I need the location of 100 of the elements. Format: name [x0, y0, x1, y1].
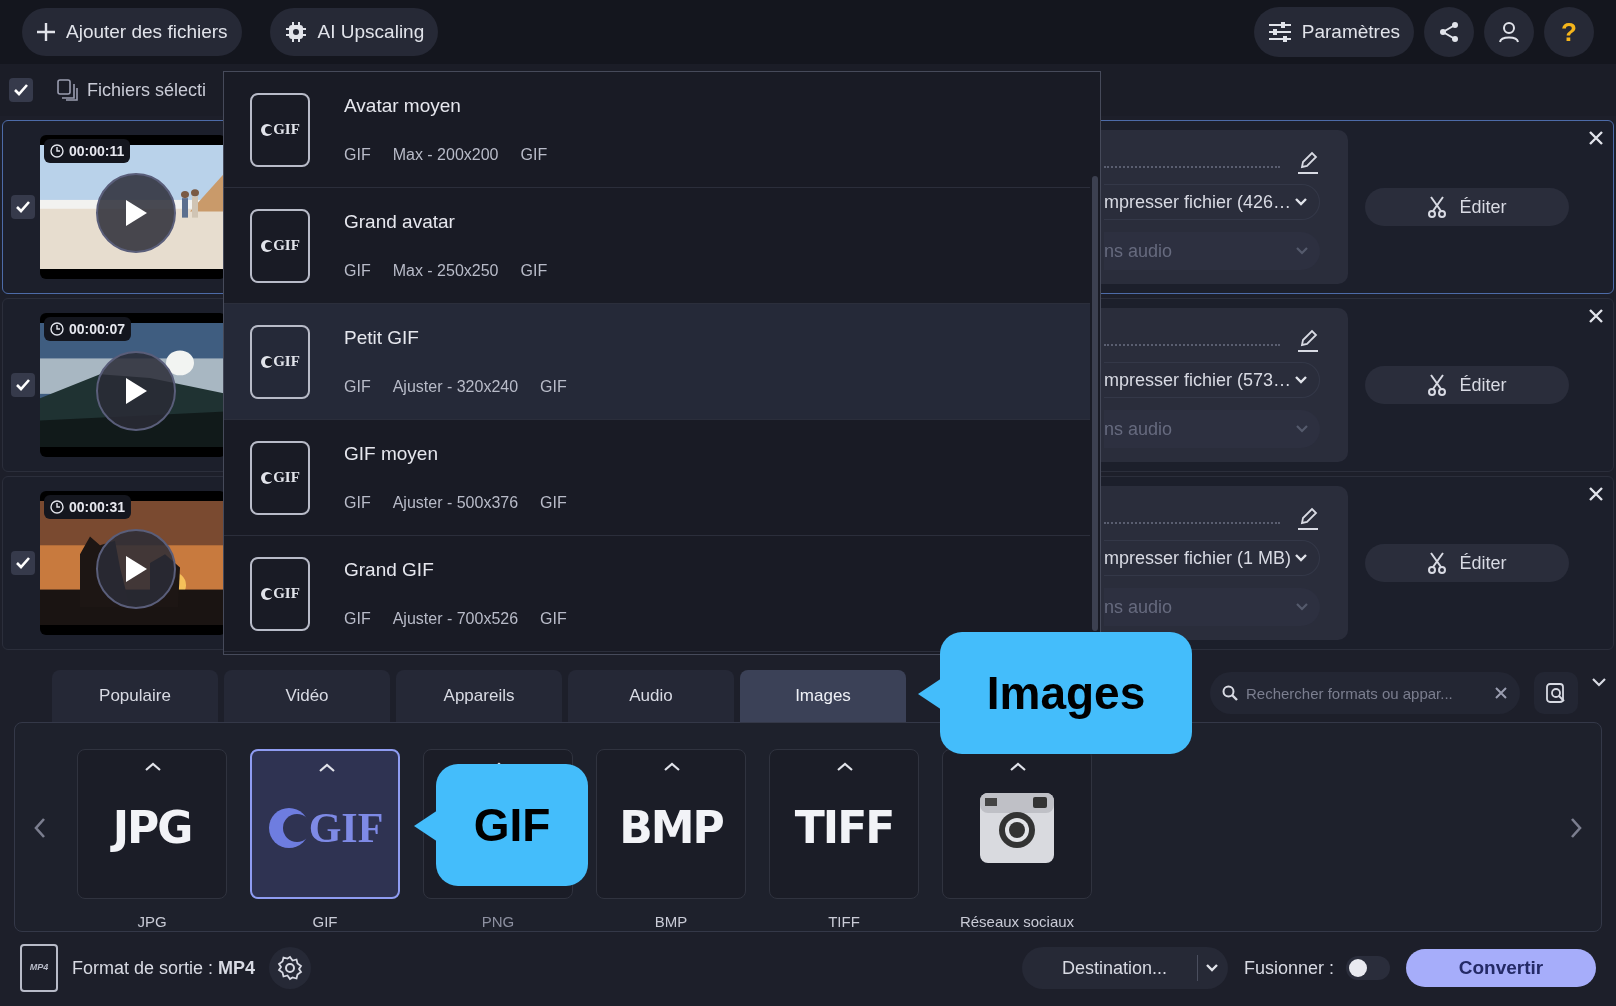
caret-icon[interactable] [1009, 762, 1027, 772]
checkbox[interactable] [11, 551, 35, 575]
caret-icon[interactable] [318, 763, 336, 773]
format-tile[interactable]: GIF [250, 749, 400, 899]
checkmark-icon [15, 200, 31, 214]
preset-format: GIF [344, 376, 371, 397]
scissors-icon [1427, 196, 1448, 218]
caret-icon[interactable] [144, 762, 162, 772]
preset-size: Ajuster - 500x376 [392, 492, 519, 513]
category-tab[interactable]: Appareils [396, 670, 562, 722]
preset-size: Ajuster - 700x526 [392, 608, 519, 629]
chevron-down-icon [1295, 197, 1308, 207]
sliders-icon [1267, 21, 1292, 43]
chevron-down-icon [1295, 375, 1308, 385]
chevron-down-icon [1205, 963, 1218, 973]
format-preset-item[interactable]: GIF Avatar moyen GIF Max - 200x200 GIF [224, 72, 1090, 188]
edit-button[interactable]: Éditer [1365, 188, 1569, 226]
duration-badge: 00:00:11 [44, 139, 131, 163]
chevron-down-icon [1295, 553, 1308, 563]
format-label: JPG [137, 912, 167, 932]
format-label: PNG [481, 912, 515, 932]
rename-pencil-icon[interactable] [1296, 328, 1320, 352]
category-tab[interactable]: Populaire [52, 670, 218, 722]
add-files-button[interactable]: Ajouter des fichiers [22, 8, 242, 56]
format-preset-item[interactable]: GIF GIF moyen GIF Ajuster - 500x376 GIF [224, 420, 1090, 536]
close-icon[interactable] [1589, 131, 1603, 145]
edit-button[interactable]: Éditer [1365, 544, 1569, 582]
swirl-icon [260, 470, 273, 485]
clock-icon [50, 144, 64, 158]
category-tab[interactable]: Vidéo [224, 670, 390, 722]
gif-file-icon: GIF [250, 92, 310, 167]
scrollbar-thumb[interactable] [1092, 176, 1098, 631]
chevron-down-icon [1296, 424, 1308, 434]
convert-button[interactable]: Convertir [1406, 949, 1596, 987]
swirl-icon [260, 238, 273, 253]
gif-file-icon: GIF [250, 556, 310, 631]
format-label: TIFF [828, 912, 860, 932]
chevron-down-icon [1296, 246, 1308, 256]
checkmark-icon [13, 83, 29, 97]
category-tab[interactable]: Images [740, 670, 906, 722]
category-tab[interactable]: Audio [568, 670, 734, 722]
duration-badge: 00:00:07 [44, 317, 132, 341]
callout-pointer [918, 678, 942, 710]
preset-codec: GIF [520, 144, 548, 165]
preset-format: GIF [344, 608, 371, 629]
clear-search-icon[interactable] [1494, 686, 1508, 700]
rename-pencil-icon[interactable] [1296, 506, 1320, 530]
destination-dropdown[interactable]: Destination... [1021, 947, 1228, 989]
collapse-chevron-icon[interactable] [1591, 676, 1607, 688]
format-logo: TIFF [794, 801, 894, 855]
output-format-label: Format de sortie : MP4 [72, 956, 256, 980]
callout-pointer [414, 810, 438, 842]
mp4-file-icon: MP4 [20, 944, 58, 992]
format-logo: GIF [266, 796, 384, 860]
format-tile[interactable]: TIFF [769, 749, 919, 899]
checkmark-icon [15, 556, 31, 570]
format-tile[interactable]: JPG [77, 749, 227, 899]
search-field[interactable]: Rechercher formats ou appar... [1210, 672, 1520, 714]
checkbox[interactable] [9, 78, 33, 102]
help-button[interactable]: ? [1544, 7, 1594, 57]
preset-title: Avatar moyen [344, 94, 462, 119]
format-tile[interactable]: BMP [596, 749, 746, 899]
tutorial-callout: Images [940, 632, 1192, 754]
account-button[interactable] [1484, 7, 1534, 57]
duration-badge: 00:00:31 [44, 495, 132, 519]
format-preset-item[interactable]: GIF Petit GIF GIF Ajuster - 320x240 GIF [224, 304, 1090, 420]
ai-upscaling-button[interactable]: AI Upscaling [269, 8, 439, 56]
caret-icon[interactable] [663, 762, 681, 772]
checkbox[interactable] [11, 373, 35, 397]
rename-pencil-icon[interactable] [1296, 150, 1320, 174]
device-search-button[interactable] [1534, 672, 1578, 714]
gear-icon [277, 955, 304, 981]
close-icon[interactable] [1589, 309, 1603, 323]
caret-icon[interactable] [836, 762, 854, 772]
merge-toggle[interactable] [1346, 956, 1390, 980]
device-search-icon [1545, 682, 1567, 704]
format-label: BMP [654, 912, 688, 932]
preset-title: Grand avatar [344, 210, 456, 235]
format-label: GIF [312, 912, 338, 932]
files-icon [57, 79, 79, 101]
play-icon [123, 198, 149, 228]
gif-file-icon: GIF [250, 324, 310, 399]
gif-file-icon: GIF [250, 208, 310, 283]
swirl-icon [260, 122, 273, 137]
edit-button[interactable]: Éditer [1365, 366, 1569, 404]
checkmark-icon [15, 378, 31, 392]
checkbox[interactable] [11, 195, 35, 219]
output-settings-button[interactable] [269, 947, 312, 989]
settings-button[interactable]: Paramètres [1253, 7, 1414, 57]
merge-label: Fusionner : [1243, 956, 1334, 980]
preset-size: Max - 200x200 [392, 144, 499, 165]
close-icon[interactable] [1589, 487, 1603, 501]
preset-format: GIF [344, 144, 371, 165]
format-logo: BMP [619, 801, 723, 855]
preset-format: GIF [344, 492, 371, 513]
share-button[interactable] [1424, 7, 1474, 57]
format-tile[interactable] [942, 749, 1092, 899]
preset-size: Ajuster - 320x240 [392, 376, 519, 397]
preset-title: GIF moyen [344, 442, 439, 467]
preset-codec: GIF [540, 376, 567, 397]
